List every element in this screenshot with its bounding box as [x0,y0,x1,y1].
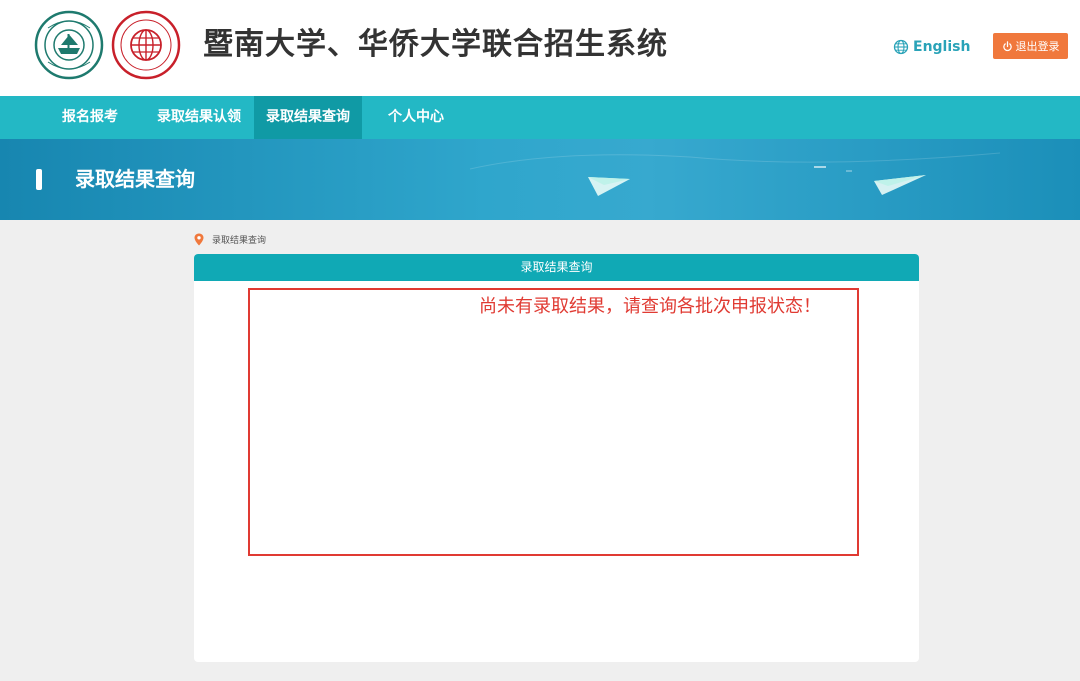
location-pin-icon [194,233,204,246]
nav-item-personal-center[interactable]: 个人中心 [375,96,457,139]
hqu-logo [111,10,181,80]
globe-icon [893,39,909,55]
nav-item-register[interactable]: 报名报考 [50,96,130,139]
site-title: 暨南大学、华侨大学联合招生系统 [203,27,668,62]
panel-header: 录取结果查询 [194,254,919,281]
notice-box: 尚未有录取结果，请查询各批次申报状态！ [248,288,859,556]
nav-item-admission-query[interactable]: 录取结果查询 [254,96,362,139]
language-label: English [913,39,971,55]
page-title: 录取结果查询 [75,167,195,191]
jnu-logo [34,10,104,80]
no-result-message: 尚未有录取结果，请查询各批次申报状态！ [479,296,821,317]
nav-item-admission-claim[interactable]: 录取结果认领 [146,96,252,139]
power-icon [1002,40,1013,52]
main-nav: 报名报考 录取结果认领 录取结果查询 个人中心 [0,96,1080,139]
page-banner: 录取结果查询 [0,139,1080,220]
breadcrumb-current[interactable]: 录取结果查询 [212,233,266,246]
logout-button[interactable]: 退出登录 [993,33,1068,59]
banner-accent-bar [36,169,42,190]
language-switch[interactable]: English [893,37,970,57]
result-panel: 录取结果查询 尚未有录取结果，请查询各批次申报状态！ [194,254,919,662]
site-header: 暨南大学、华侨大学联合招生系统 English 退出登录 [0,0,1080,96]
breadcrumb: 录取结果查询 [194,232,266,246]
logout-label: 退出登录 [1015,40,1060,53]
